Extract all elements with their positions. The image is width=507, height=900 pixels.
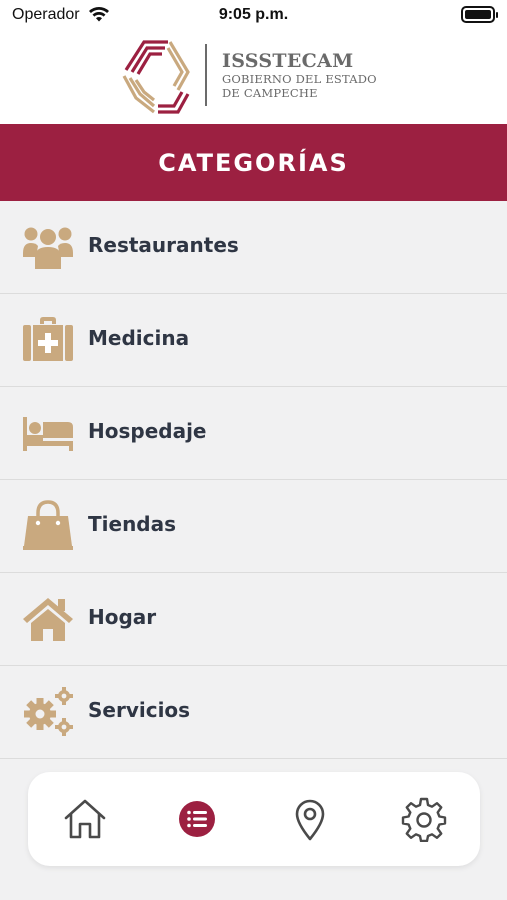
category-label-restaurantes: Restaurantes — [88, 233, 239, 257]
status-time: 9:05 p.m. — [218, 6, 289, 23]
category-label-hospedaje: Hospedaje — [88, 419, 207, 443]
nav-settings-button[interactable] — [401, 796, 447, 843]
category-item-hospedaje[interactable]: Hospedaje — [0, 387, 507, 480]
brand-subtitle-line2: DE CAMPECHE — [222, 86, 318, 100]
page-title-bar: CATEGORÍAS — [0, 124, 507, 201]
map-pin-icon — [295, 799, 325, 841]
brand-name: ISSSTECAM — [222, 50, 354, 72]
page-title: CATEGORÍAS — [158, 148, 349, 177]
category-label-hogar: Hogar — [88, 605, 157, 629]
list-icon — [179, 801, 215, 837]
category-item-medicina[interactable]: Medicina — [0, 294, 507, 387]
category-label-servicios: Servicios — [88, 698, 191, 722]
issstecam-logo-mark — [122, 40, 190, 114]
category-list: Restaurantes Medicina Hospedaje Tiendas … — [0, 201, 507, 759]
category-item-tiendas[interactable]: Tiendas — [0, 480, 507, 573]
house-icon — [23, 598, 73, 641]
home-icon — [64, 799, 106, 839]
nav-home-button[interactable] — [62, 796, 108, 842]
category-label-tiendas: Tiendas — [88, 512, 177, 536]
category-item-hogar[interactable]: Hogar — [0, 573, 507, 666]
brand-subtitle-line1: GOBIERNO DEL ESTADO — [222, 72, 377, 86]
nav-categories-button[interactable] — [174, 796, 220, 842]
medkit-icon — [23, 317, 73, 361]
bed-icon — [23, 417, 73, 451]
bottom-nav — [28, 772, 480, 866]
shopping-bag-icon — [23, 500, 73, 550]
nav-location-button[interactable] — [287, 796, 333, 842]
category-item-restaurantes[interactable]: Restaurantes — [0, 201, 507, 294]
logo-divider — [205, 44, 207, 106]
battery-icon — [461, 6, 498, 23]
gears-icon — [24, 687, 73, 736]
logo-header: ISSSTECAM GOBIERNO DEL ESTADO DE CAMPECH… — [0, 30, 507, 124]
category-item-servicios[interactable]: Servicios — [0, 666, 507, 759]
users-icon — [23, 227, 73, 269]
status-bar: Operador 9:05 p.m. — [0, 0, 507, 30]
gear-icon — [401, 797, 447, 843]
category-label-medicina: Medicina — [88, 326, 190, 350]
